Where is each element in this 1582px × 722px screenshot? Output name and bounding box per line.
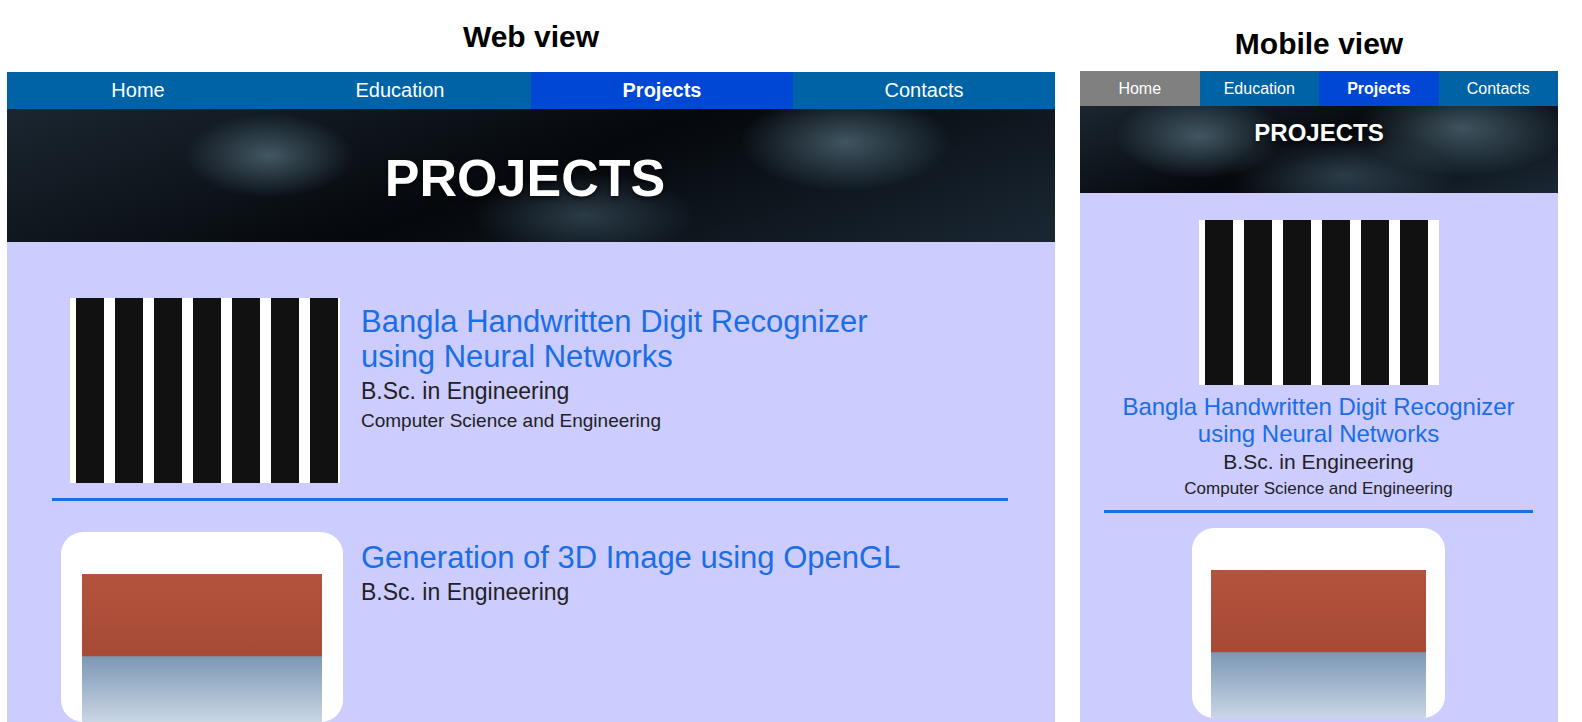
project-title[interactable]: Bangla Handwritten Digit Recognizer usin… [361,304,941,374]
scene-picture [1211,570,1426,718]
nav-tab-label[interactable]: Home [1118,80,1161,98]
page-frame: Home Education Projects Contacts PROJECTS Ban… [1080,71,1558,722]
project-title[interactable]: Generation of 3D Image using OpenGL [361,540,900,575]
nav-tab-fill[interactable]: Education [1200,71,1320,106]
nav-tab[interactable]: Education [269,72,531,109]
nav-tab-label[interactable]: Contacts [1467,80,1530,98]
hero-title: PROJECTS [1254,119,1383,147]
nav-tab[interactable]: Contacts [1439,71,1559,106]
mobile-view: Mobile view Home Education Projects Contacts… [1080,0,1558,722]
view-heading: Web view [7,0,1055,72]
nav-tab-label[interactable]: Contacts [885,79,964,102]
project-image [61,532,343,722]
project-divider [52,498,1008,501]
nav-tab-fill[interactable]: Contacts [793,72,1055,109]
project-image [1199,220,1439,385]
project-item: Generation of 3D Image using OpenGLB.Sc.… [52,532,1008,722]
nav-bar: Home Education Projects Contacts [1080,71,1558,106]
nav-tab-label[interactable]: Education [356,79,445,102]
project-degree: B.Sc. in Engineering [361,376,941,406]
nav-tab-fill[interactable]: Projects [1319,71,1439,106]
project-info: Bangla Handwritten Digit Recognizer usin… [361,298,941,436]
nav-tab-label[interactable]: Education [1224,80,1295,98]
project-list: Bangla Handwritten Digit Recognizer usin… [1080,193,1558,718]
project-divider [1104,510,1533,513]
nav-bar: Home Education Projects Contacts [7,72,1055,109]
nav-tab-fill[interactable]: Projects [531,72,793,109]
project-item [1104,528,1533,718]
project-info: Generation of 3D Image using OpenGLB.Sc.… [361,532,900,607]
project-info: Bangla Handwritten Digit Recognizer usin… [1109,385,1529,502]
nav-tab-fill[interactable]: Education [269,72,531,109]
web-view: Web view Home Education Projects Contacts PRO… [7,0,1055,722]
scene-picture [82,574,322,722]
nav-tab-label[interactable]: Projects [1347,80,1410,98]
nav-tab-label[interactable]: Projects [623,79,702,102]
project-department: Computer Science and Engineering [1184,476,1452,502]
project-degree: B.Sc. in Engineering [1223,447,1413,476]
nav-tab[interactable]: Home [1080,71,1200,106]
nav-tab-fill[interactable]: Contacts [1439,71,1559,106]
nav-tab-fill[interactable]: Home [1080,71,1200,106]
project-title[interactable]: Bangla Handwritten Digit Recognizer usin… [1109,393,1529,447]
hero-banner: PROJECTS [7,109,1055,242]
nav-tab-fill[interactable]: Home [7,72,269,109]
project-item: Bangla Handwritten Digit Recognizer usin… [1104,220,1533,502]
nav-tab[interactable]: Contacts [793,72,1055,109]
nav-tab[interactable]: Projects [1319,71,1439,106]
nav-tab-label[interactable]: Home [111,79,164,102]
hero-banner: PROJECTS [1080,106,1558,193]
project-image [70,298,340,483]
project-list: Bangla Handwritten Digit Recognizer usin… [7,242,1055,722]
nav-tab[interactable]: Education [1200,71,1320,106]
project-degree: B.Sc. in Engineering [361,577,900,607]
nav-tab[interactable]: Home [7,72,269,109]
nav-tab[interactable]: Projects [531,72,793,109]
view-heading: Mobile view [1080,0,1558,71]
project-item: Bangla Handwritten Digit Recognizer usin… [52,298,1008,483]
project-department: Computer Science and Engineering [361,406,941,436]
hero-title: PROJECTS [385,144,665,208]
project-image [1192,528,1445,718]
page-frame: Home Education Projects Contacts PROJECTS Ban… [7,72,1055,722]
